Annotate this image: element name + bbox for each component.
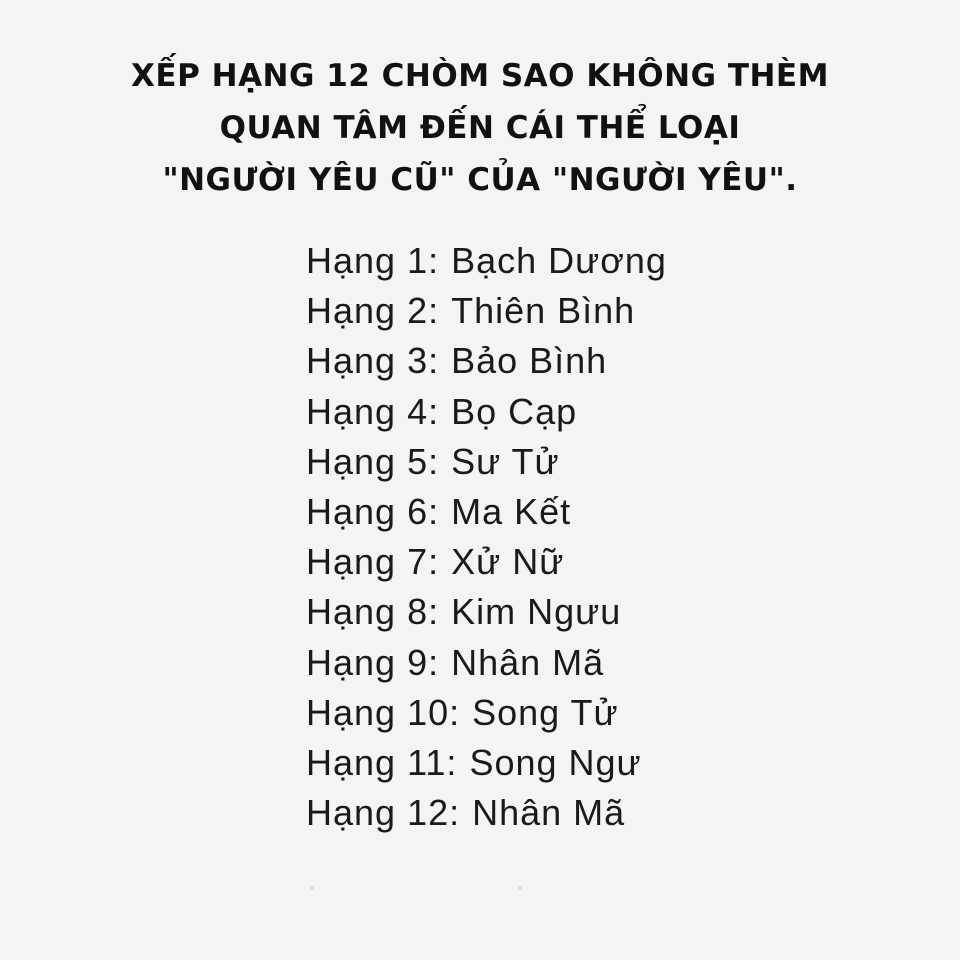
ranking-item: Hạng 5: Sư Tử (306, 437, 826, 487)
zodiac-sign: Song Ngư (469, 741, 642, 783)
rank-label: Hạng 12: (306, 792, 461, 834)
rank-label: Hạng 2: (306, 290, 440, 332)
rank-label: Hạng 11: (306, 741, 458, 783)
speck-mark (310, 886, 314, 890)
zodiac-sign: Nhân Mã (472, 792, 626, 834)
rank-label: Hạng 9: (306, 641, 440, 683)
ranking-item: Hạng 9: Nhân Mã (306, 638, 826, 688)
zodiac-sign: Sư Tử (451, 440, 560, 482)
speck-mark (518, 886, 522, 890)
title-line-2: QUAN TÂM ĐẾN CÁI THỂ LOẠI (219, 110, 741, 146)
ranking-item: Hạng 3: Bảo Bình (306, 336, 826, 386)
ranking-item: Hạng 8: Kim Ngưu (306, 587, 826, 637)
ranking-item: Hạng 6: Ma Kết (306, 487, 826, 537)
ranking-item: Hạng 2: Thiên Bình (306, 286, 826, 336)
zodiac-sign: Bảo Bình (451, 340, 608, 382)
zodiac-sign: Song Tử (472, 691, 619, 733)
rank-label: Hạng 7: (306, 541, 440, 583)
zodiac-sign: Kim Ngưu (451, 591, 622, 633)
rank-label: Hạng 10: (306, 691, 461, 733)
zodiac-sign: Bạch Dương (451, 240, 667, 281)
zodiac-sign: Thiên Bình (451, 290, 636, 332)
ranking-item: Hạng 12: Nhân Mã (306, 788, 826, 838)
rank-label: Hạng 4: (306, 390, 440, 432)
title-line-3: "NGƯỜI YÊU CŨ" CỦA "NGƯỜI YÊU". (162, 162, 798, 198)
zodiac-sign: Bọ Cạp (451, 390, 578, 432)
zodiac-sign: Ma Kết (451, 490, 572, 532)
ranking-item: Hạng 1: Bạch Dương (306, 236, 826, 286)
ranking-item: Hạng 11: Song Ngư (306, 738, 826, 788)
rank-label: Hạng 6: (306, 490, 440, 532)
ranking-item: Hạng 4: Bọ Cạp (306, 387, 826, 437)
rank-label: Hạng 5: (306, 440, 440, 482)
ranking-item: Hạng 7: Xử Nữ (306, 537, 826, 587)
ranking-item: Hạng 10: Song Tử (306, 688, 826, 738)
rank-label: Hạng 8: (306, 591, 440, 633)
zodiac-sign: Xử Nữ (451, 541, 565, 583)
rank-label: Hạng 1: (306, 240, 440, 281)
image-canvas: XẾP HẠNG 12 CHÒM SAO KHÔNG THÈM QUAN TÂM… (0, 0, 960, 960)
page-title: XẾP HẠNG 12 CHÒM SAO KHÔNG THÈM QUAN TÂM… (0, 50, 960, 206)
ranking-list: Hạng 1: Bạch Dương Hạng 2: Thiên Bình Hạng… (306, 236, 826, 838)
title-line-1: XẾP HẠNG 12 CHÒM SAO KHÔNG THÈM (131, 58, 829, 94)
rank-label: Hạng 3: (306, 340, 440, 382)
zodiac-sign: Nhân Mã (451, 641, 605, 683)
